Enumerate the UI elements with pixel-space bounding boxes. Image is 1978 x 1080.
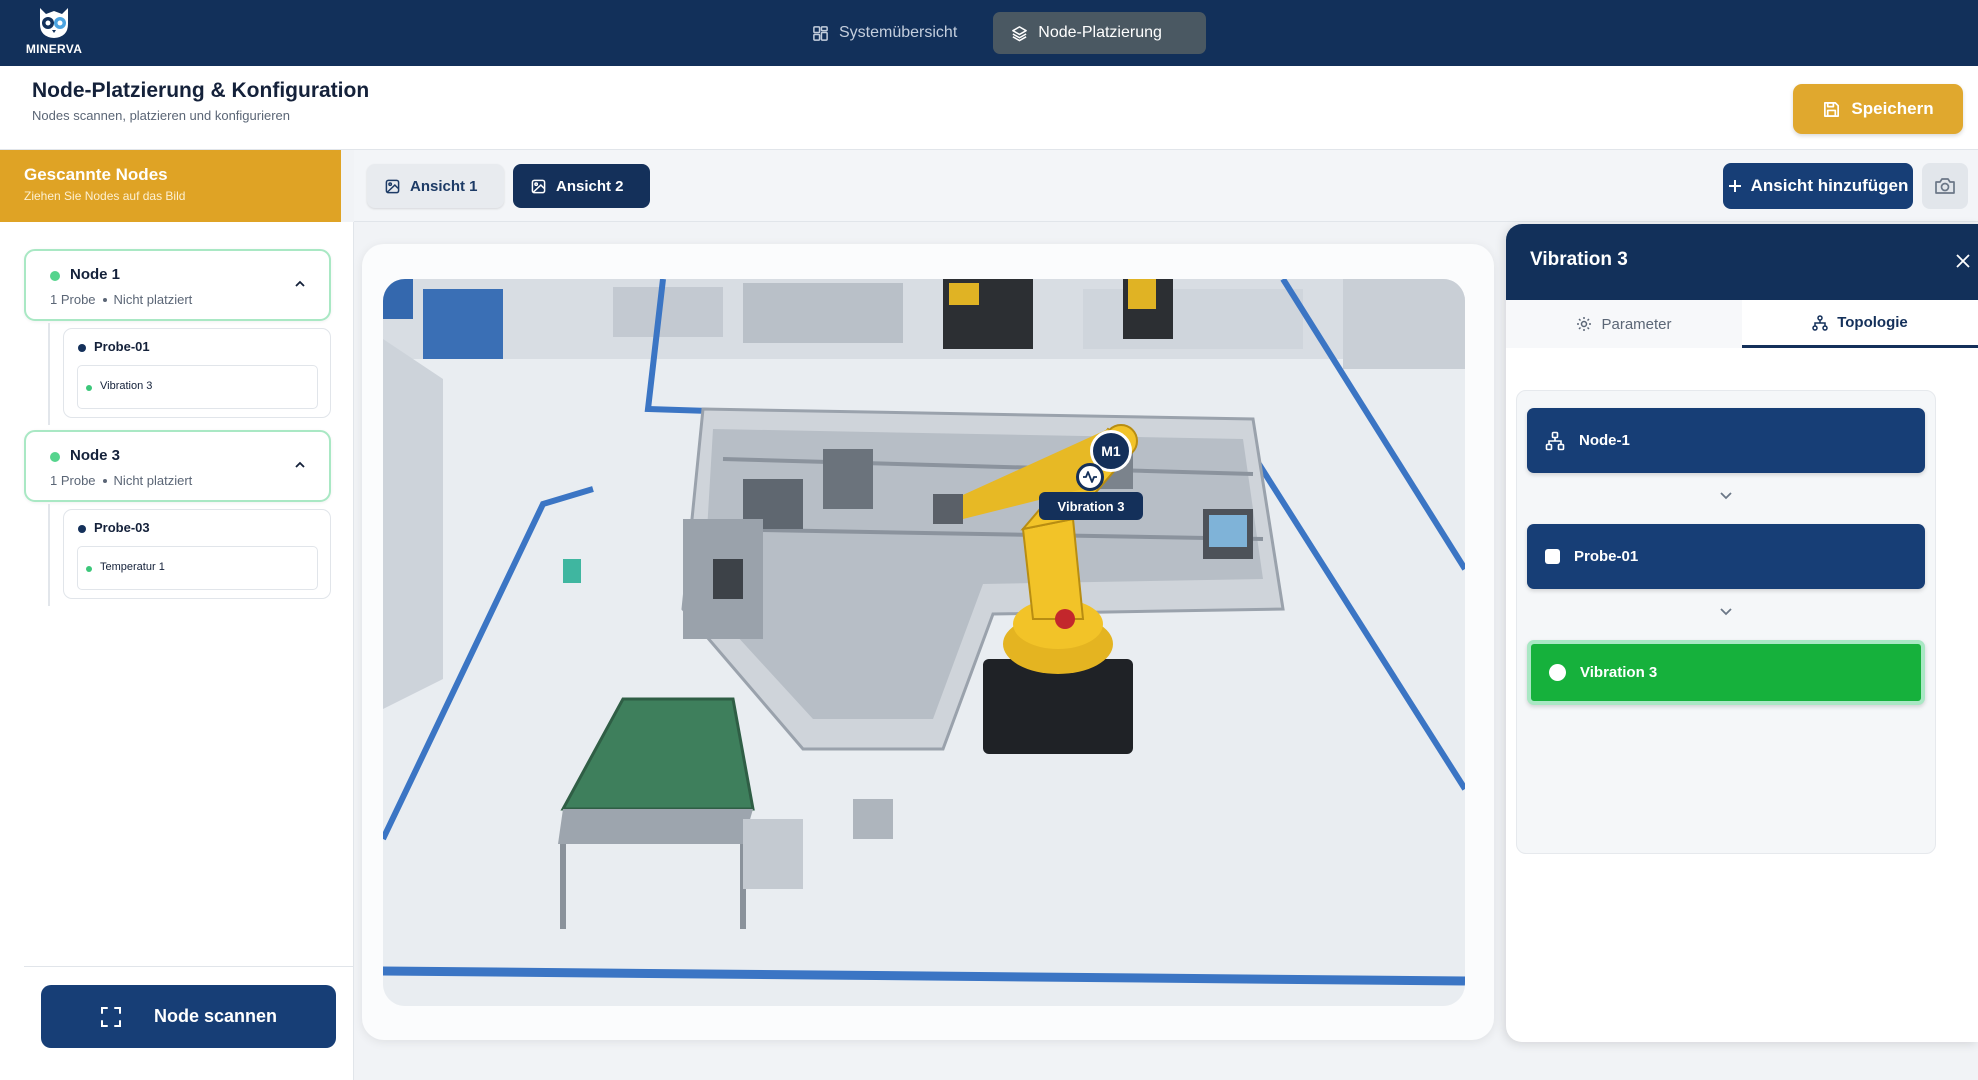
tab-label: Topologie (1837, 314, 1908, 331)
sensor-dot (86, 566, 92, 572)
factory-floor-image[interactable] (383, 279, 1465, 1006)
chevron-up-icon[interactable] (293, 277, 307, 291)
probe-count: 1 Probe (50, 292, 96, 307)
chevron-up-icon[interactable] (293, 458, 307, 472)
topology-item-label: Probe-01 (1574, 548, 1639, 565)
status-dot (50, 271, 60, 281)
node-card-node-1[interactable]: Node 1 1 Probe Nicht platziert (24, 249, 331, 321)
nav-tab-node-platzierung[interactable]: Node-Platzierung (993, 12, 1207, 54)
plus-icon (1728, 180, 1741, 192)
gear-icon (1577, 317, 1592, 331)
detail-panel-title: Vibration 3 (1530, 249, 1628, 270)
vibration-marker[interactable] (1076, 463, 1104, 491)
top-bar: MINERVA Systemübersicht Node-Platzierung (0, 0, 1978, 66)
marker-label: Vibration 3 (1039, 492, 1143, 520)
factory-scene-illustration (383, 279, 1465, 1006)
chevron-down-icon (1720, 492, 1732, 500)
probe-square-icon (1545, 549, 1560, 564)
probe-card-probe-01[interactable]: Probe-01 Vibration 3 (63, 328, 331, 418)
sensor-detail-panel: Vibration 3 Parameter Topologie Node-1 P… (1506, 224, 1978, 1042)
detail-tabs: Parameter Topologie (1506, 300, 1978, 348)
view-tab-label: Ansicht 2 (556, 177, 624, 195)
topology-probe-item[interactable]: Probe-01 (1527, 524, 1925, 589)
probe-name: Probe-03 (94, 520, 150, 535)
view-tab-label: Ansicht 1 (410, 177, 478, 195)
nav-tab-label: Node-Platzierung (1038, 24, 1162, 41)
layers-icon (1012, 25, 1028, 41)
placement-status: Nicht platziert (113, 473, 193, 488)
topology-node-item[interactable]: Node-1 (1527, 408, 1925, 473)
nav-tab-systemuebersicht[interactable]: Systemübersicht (794, 12, 979, 54)
detail-panel-header: Vibration 3 (1506, 224, 1978, 300)
sensor-name: Vibration 3 (100, 380, 153, 392)
view-tab-ansicht-2[interactable]: Ansicht 2 (513, 164, 650, 208)
divider (24, 966, 354, 967)
main-nav: Systemübersicht Node-Platzierung (794, 12, 1207, 54)
tab-label: Parameter (1601, 315, 1672, 333)
node-name: Node 1 (70, 266, 121, 283)
close-icon[interactable] (1954, 252, 1972, 270)
network-icon (1812, 314, 1828, 331)
probe-dot (78, 344, 86, 352)
network-icon (1545, 431, 1565, 450)
tree-branch-line (48, 323, 50, 425)
tree-branch-line (48, 504, 50, 606)
scan-frame-icon (100, 1006, 121, 1027)
scanned-nodes-panel: Node 1 1 Probe Nicht platziert Probe-01 V… (0, 222, 354, 1080)
page-title: Node-Platzierung & Konfiguration (32, 79, 370, 102)
node-meta: 1 Probe Nicht platziert (50, 473, 192, 488)
sensor-item-vibration-3[interactable]: Vibration 3 (77, 365, 318, 409)
tab-parameter[interactable]: Parameter (1506, 300, 1742, 348)
add-view-button[interactable]: Ansicht hinzufügen (1723, 163, 1913, 209)
topology-item-label: Node-1 (1579, 432, 1630, 449)
page-subtitle: Nodes scannen, platzieren und konfigurie… (32, 108, 291, 123)
save-button-label: Speichern (1851, 99, 1934, 118)
sensor-name: Temperatur 1 (100, 561, 165, 573)
add-view-label: Ansicht hinzufügen (1750, 176, 1909, 195)
probe-name: Probe-01 (94, 339, 150, 354)
views-bar: Ansicht 1 Ansicht 2 Ansicht hinzufügen (354, 150, 1978, 222)
camera-icon (1935, 178, 1955, 194)
topology-sensor-item[interactable]: Vibration 3 (1527, 640, 1925, 705)
view-tab-ansicht-1[interactable]: Ansicht 1 (367, 164, 504, 208)
node-card-node-3[interactable]: Node 3 1 Probe Nicht platziert (24, 430, 331, 502)
node-name: Node 3 (70, 447, 121, 464)
chevron-down-icon (1720, 608, 1732, 616)
camera-button[interactable] (1922, 163, 1968, 209)
save-icon (1824, 101, 1840, 117)
topology-item-label: Vibration 3 (1580, 664, 1658, 681)
app-logo[interactable]: MINERVA (22, 4, 86, 62)
node-meta: 1 Probe Nicht platziert (50, 292, 192, 307)
status-dot (50, 452, 60, 462)
image-icon (531, 179, 546, 193)
sensor-circle-icon (1549, 664, 1566, 681)
owl-logo-icon (40, 8, 68, 38)
scan-node-button[interactable]: Node scannen (41, 985, 336, 1048)
page-header: Node-Platzierung & Konfiguration Nodes s… (0, 66, 1978, 150)
topology-tree: Node-1 Probe-01 Vibration 3 (1516, 390, 1936, 854)
pulse-icon (1083, 471, 1097, 483)
scanned-nodes-header: Gescannte Nodes Ziehen Sie Nodes auf das… (0, 150, 341, 222)
probe-count: 1 Probe (50, 473, 96, 488)
save-button[interactable]: Speichern (1793, 84, 1963, 134)
probe-card-probe-03[interactable]: Probe-03 Temperatur 1 (63, 509, 331, 599)
sensor-item-temperatur-1[interactable]: Temperatur 1 (77, 546, 318, 590)
tab-topologie[interactable]: Topologie (1742, 300, 1978, 348)
scan-node-label: Node scannen (153, 1006, 278, 1026)
placement-status: Nicht platziert (113, 292, 193, 307)
dashboard-icon (813, 25, 828, 41)
brand-name: MINERVA (25, 42, 83, 56)
scanned-nodes-subtitle: Ziehen Sie Nodes auf das Bild (24, 189, 186, 203)
image-icon (385, 179, 400, 193)
nav-tab-label: Systemübersicht (839, 24, 958, 41)
probe-dot (78, 525, 86, 533)
sensor-dot (86, 385, 92, 391)
scanned-nodes-title: Gescannte Nodes (24, 165, 168, 184)
